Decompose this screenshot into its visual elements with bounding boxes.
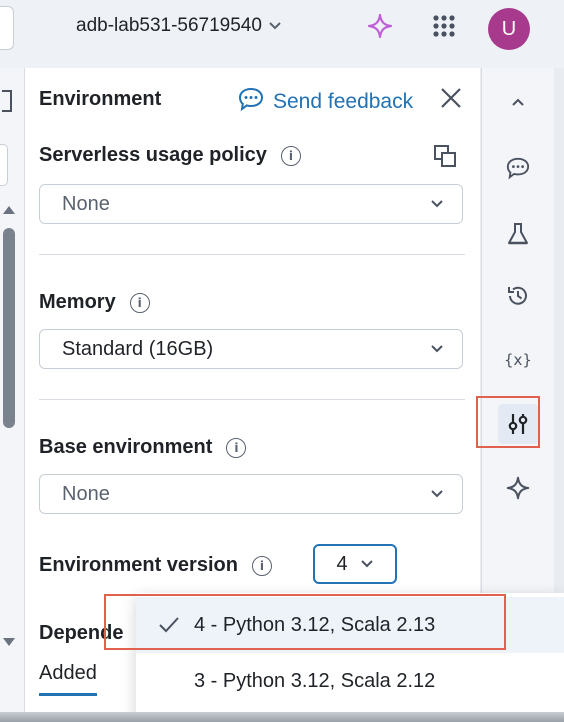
usage-policy-select[interactable]: None (39, 184, 463, 224)
dependencies-label: Depende (39, 622, 124, 644)
memory-label-row: Memory i (39, 291, 150, 314)
editor-edge (0, 68, 25, 722)
chevron-down-icon (430, 341, 444, 357)
chevron-down-icon (430, 196, 444, 212)
dropdown-option-4[interactable]: 4 - Python 3.12, Scala 2.13 (136, 597, 564, 653)
chevron-down-icon (268, 18, 282, 34)
panel-title: Environment (39, 88, 162, 110)
memory-select[interactable]: Standard (16GB) (39, 329, 463, 369)
send-feedback-link[interactable]: Send feedback (237, 86, 413, 118)
assistant-sparkle-icon[interactable] (498, 468, 538, 508)
memory-value: Standard (16GB) (62, 337, 214, 360)
env-version-label-row: Environment version i (39, 554, 272, 577)
scroll-up-icon[interactable] (3, 206, 15, 214)
search-box-edge[interactable] (0, 6, 14, 50)
send-feedback-label: Send feedback (273, 90, 414, 113)
chevron-down-icon (430, 486, 444, 502)
scrollbar-thumb[interactable] (3, 228, 15, 428)
base-env-label: Base environment (39, 436, 213, 458)
dropdown-option-label: 4 - Python 3.12, Scala 2.13 (194, 613, 436, 636)
comment-icon (237, 86, 265, 118)
info-icon[interactable]: i (251, 555, 272, 576)
workspace-switcher[interactable]: adb-lab531-56719540 (76, 12, 282, 40)
env-version-label: Environment version (39, 554, 238, 576)
base-env-label-row: Base environment i (39, 436, 247, 459)
base-env-value: None (62, 482, 110, 505)
dropdown-option-3[interactable]: 3 - Python 3.12, Scala 2.12 (136, 653, 564, 709)
info-icon[interactable]: i (129, 292, 150, 313)
env-version-select[interactable]: 4 (313, 544, 397, 584)
base-env-select[interactable]: None (39, 474, 463, 514)
chevron-down-icon (360, 556, 374, 572)
tab-added[interactable]: Added (39, 662, 97, 696)
input-edge[interactable] (0, 144, 8, 186)
divider (39, 254, 465, 255)
scroll-down-icon[interactable] (3, 638, 15, 646)
divider (39, 399, 465, 400)
close-icon[interactable] (437, 84, 465, 112)
bracket-icon (2, 90, 12, 112)
comment-icon[interactable] (498, 148, 538, 188)
memory-label: Memory (39, 291, 116, 313)
environment-sliders-icon[interactable] (498, 404, 538, 444)
top-bar: adb-lab531-56719540 U (0, 0, 564, 68)
usage-policy-value: None (62, 192, 110, 215)
env-version-value: 4 (336, 552, 348, 575)
workspace-name: adb-lab531-56719540 (76, 15, 262, 36)
sparkle-icon[interactable] (362, 8, 398, 44)
avatar[interactable]: U (488, 8, 530, 50)
env-version-dropdown: 4 - Python 3.12, Scala 2.13 3 - Python 3… (136, 593, 564, 722)
variables-icon[interactable]: {x} (498, 340, 538, 380)
info-icon[interactable]: i (280, 145, 301, 166)
svg-text:{x}: {x} (504, 351, 532, 369)
check-icon (136, 616, 194, 634)
chevron-up-icon[interactable] (498, 82, 538, 122)
apps-grid-icon[interactable] (426, 8, 462, 44)
copy-icon[interactable] (433, 144, 457, 173)
history-icon[interactable] (498, 276, 538, 316)
experiment-flask-icon[interactable] (498, 214, 538, 254)
window-bottom-edge (0, 712, 564, 722)
usage-policy-label-row: Serverless usage policy i (39, 144, 301, 167)
info-icon[interactable]: i (226, 437, 247, 458)
usage-policy-label: Serverless usage policy (39, 144, 267, 166)
dropdown-option-label: 3 - Python 3.12, Scala 2.12 (194, 669, 436, 692)
